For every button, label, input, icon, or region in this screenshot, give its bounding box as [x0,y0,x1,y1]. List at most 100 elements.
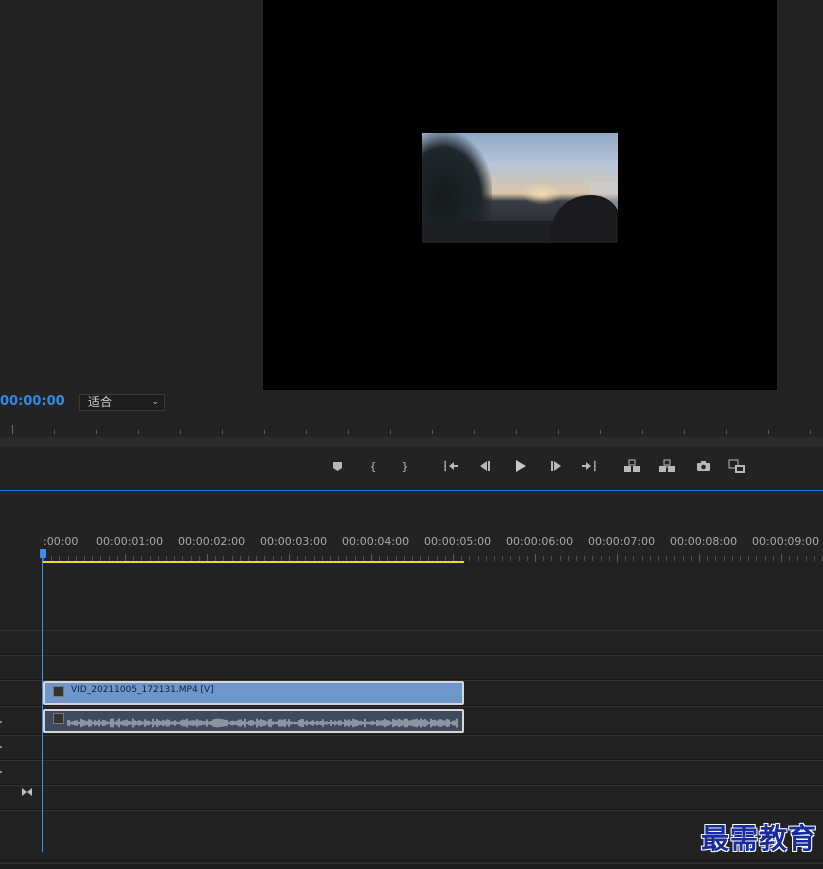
add-marker-button[interactable] [326,455,348,477]
ruler-tick [617,554,618,562]
ruler-label: 00:00:07:00 [588,535,656,548]
ruler-tick [726,430,727,434]
ruler-tick [527,556,528,561]
ruler-tick [474,430,475,434]
video-track-v2[interactable] [0,656,823,680]
ruler-tick [516,430,517,434]
video-clip-label: VID_20211005_172131.MP4 [V] [71,685,214,695]
ruler-tick [12,425,13,434]
ruler-tick [576,556,577,561]
ruler-tick [789,556,790,561]
video-canvas[interactable] [263,0,777,390]
fx-badge-icon [53,686,64,697]
ruler-tick [568,556,569,561]
ruler-label: 00:00:02:00 [178,535,246,548]
time-ruler[interactable]: :00:00 00:00:01:00 00:00:02:00 00:00:03:… [0,535,823,551]
lift-button[interactable] [621,455,643,477]
timeline-scrollbar[interactable] [0,863,823,869]
ruler-tick [264,430,265,434]
mark-in-label: { [369,459,377,473]
ruler-tick [54,430,55,434]
mark-in-button[interactable]: { [362,455,384,477]
video-frame-preview [422,133,618,243]
video-track-v3[interactable] [0,631,823,655]
ruler-tick [666,556,667,561]
timeline-panel: :00:00 00:00:01:00 00:00:02:00 00:00:03:… [0,491,823,869]
ruler-tick [773,556,774,561]
ruler-label: 00:00:09:00 [752,535,820,548]
ruler-label: 00:00:03:00 [260,535,328,548]
zoom-level-value: 适合 [88,395,113,409]
ruler-tick [486,556,487,561]
ruler-tick [551,556,552,561]
go-to-in-icon [444,460,458,472]
playhead-handle[interactable] [40,549,46,558]
ruler-tick [658,556,659,561]
compare-view-button[interactable] [726,455,748,477]
camera-icon [696,461,710,471]
ruler-tick [740,556,741,561]
empty-track-area-bottom [0,811,823,861]
track-header-dot [0,721,2,723]
go-to-out-button[interactable] [578,455,600,477]
ruler-tick [748,556,749,561]
audio-track-a3[interactable] [0,761,823,785]
ruler-tick [180,430,181,434]
step-back-button[interactable] [474,455,496,477]
frame-sun [522,183,562,205]
ruler-tick [478,556,479,561]
extract-icon [659,459,675,472]
ruler-tick [683,556,684,561]
audio-track-a2[interactable] [0,736,823,760]
empty-track-area [0,563,823,631]
video-clip[interactable]: VID_20211005_172131.MP4 [V] [43,681,464,705]
step-forward-icon [551,461,561,471]
ruler-tick [584,556,585,561]
ruler-tick [543,556,544,561]
zoom-level-select[interactable]: 适合 ⌄ [79,394,165,411]
ruler-tick [609,556,610,561]
track-header-dot [0,746,2,748]
ruler-tick [756,556,757,561]
ruler-label: 00:00:01:00 [96,535,164,548]
lift-icon [624,459,640,472]
extract-button[interactable] [656,455,678,477]
ruler-tick [715,556,716,561]
monitor-mini-ruler[interactable] [0,424,823,436]
playhead-line[interactable] [42,557,43,852]
ruler-tick [814,556,815,561]
ruler-label: 00:00:06:00 [506,535,574,548]
go-to-in-button[interactable] [440,455,462,477]
ruler-tick [138,430,139,434]
ruler-tick [684,430,685,434]
marker-icon [332,461,342,471]
play-icon [516,460,526,472]
bowtie-icon[interactable] [21,787,33,797]
ruler-tick [306,430,307,434]
play-button[interactable] [509,455,531,477]
ruler-label: 00:00:08:00 [670,535,738,548]
ruler-tick [707,556,708,561]
step-forward-button[interactable] [545,455,567,477]
ruler-tick [592,556,593,561]
ruler-tick [699,554,700,562]
go-to-out-icon [582,460,596,472]
ruler-tick [633,556,634,561]
master-track[interactable] [0,786,823,810]
ruler-tick [222,430,223,434]
ruler-tick [625,556,626,561]
audio-clip[interactable] [43,709,464,733]
ruler-tick [806,556,807,561]
mark-out-label: } [401,459,409,473]
export-frame-button[interactable] [692,455,714,477]
ruler-label: 00:00:04:00 [342,535,410,548]
monitor-scrub-bar[interactable] [0,437,823,447]
ruler-tick [724,556,725,561]
mark-out-button[interactable]: } [394,455,416,477]
playhead-timecode[interactable]: 00:00:00 [0,394,65,409]
ruler-tick [674,556,675,561]
fx-badge-icon [53,713,64,724]
ruler-tick [519,556,520,561]
ruler-tick [642,430,643,434]
ruler-label: :00:00 [43,535,79,548]
